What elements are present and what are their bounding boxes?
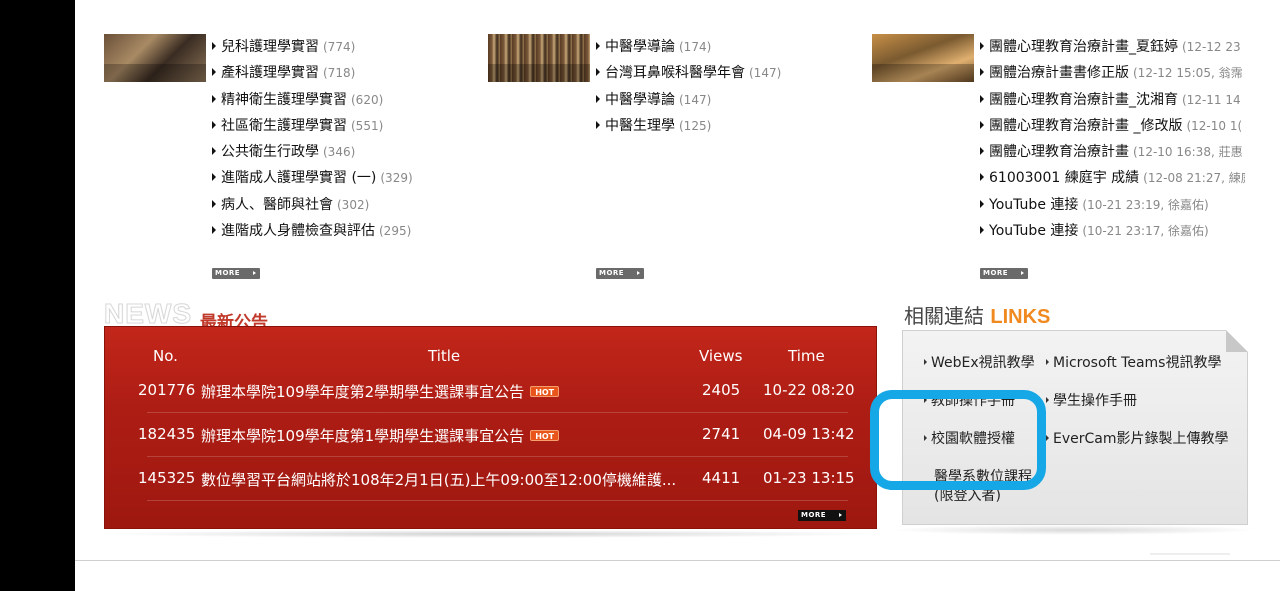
bullet-arrow-icon xyxy=(596,120,600,129)
news-views: 2741 xyxy=(702,425,741,443)
hot-badge: HOT xyxy=(530,386,560,397)
table-row[interactable]: 182435 辦理本學院109學年度第1學期學生選課事宜公告 HOT 2741 0… xyxy=(105,413,878,457)
list-item[interactable]: 團體心理教育治療計畫 (12-10 16:38, 莊惠 xyxy=(980,139,1245,165)
list-item[interactable]: 中醫學導論 (147) xyxy=(596,87,781,113)
course-column-3: 團體心理教育治療計畫_夏鈺婷 (12-12 23 團體治療計畫書修正版 (12-12… xyxy=(872,34,1272,294)
people-photo-thumbnail[interactable] xyxy=(872,34,974,82)
news-no: 201776 xyxy=(138,381,196,399)
list-item[interactable]: YouTube 連接 (10-21 23:19, 徐嘉佑) xyxy=(980,192,1245,218)
footer-faint-text xyxy=(1150,553,1230,555)
bullet-arrow-icon xyxy=(1046,435,1049,441)
list-item[interactable]: 進階成人護理學實習 (一) (329) xyxy=(212,165,413,191)
news-time: 10-22 08:20 xyxy=(763,381,855,399)
bullet-arrow-icon xyxy=(596,94,600,103)
list-item[interactable]: 進階成人身體檢查與評估 (295) xyxy=(212,218,413,244)
list-item[interactable]: 兒科護理學實習 (774) xyxy=(212,34,413,60)
bullet-arrow-icon xyxy=(980,147,984,156)
links-heading: 相關連結 LINKS xyxy=(904,304,1051,328)
news-title-link[interactable]: 辦理本學院109學年度第1學期學生選課事宜公告 HOT xyxy=(201,425,560,446)
news-shadow xyxy=(90,530,890,538)
link-software-license[interactable]: 校園軟體授權 xyxy=(924,430,1015,449)
post-list: 團體心理教育治療計畫_夏鈺婷 (12-12 23 團體治療計畫書修正版 (12-12… xyxy=(980,34,1245,244)
list-item[interactable]: 社區衛生護理學實習 (551) xyxy=(212,113,413,139)
bullet-arrow-icon xyxy=(980,68,984,77)
page-curl-decoration xyxy=(1226,330,1248,352)
list-item[interactable]: 病人、醫師與社會 (302) xyxy=(212,192,413,218)
list-item[interactable]: 中醫生理學 (125) xyxy=(596,113,781,139)
bullet-arrow-icon xyxy=(212,173,216,182)
column-header-time: Time xyxy=(788,347,825,365)
course-list: 中醫學導論 (174) 台灣耳鼻喉科醫學年會 (147) 中醫學導論 (147) 中醫… xyxy=(596,34,781,139)
column-header-title: Title xyxy=(428,347,461,365)
bookshelf-photo-thumbnail[interactable] xyxy=(488,34,590,82)
link-evercam[interactable]: EverCam影片錄製上傳教學 xyxy=(1046,430,1236,449)
news-no: 182435 xyxy=(138,425,196,443)
link-medical-courses[interactable]: 醫學系數位課程(限登入者) xyxy=(934,468,1042,506)
news-title-link[interactable]: 辦理本學院109學年度第2學期學生選課事宜公告 HOT xyxy=(201,381,560,402)
bullet-arrow-icon xyxy=(980,199,984,208)
list-item[interactable]: 精神衛生護理學實習 (620) xyxy=(212,87,413,113)
more-button[interactable]: MORE xyxy=(596,268,644,279)
bullet-arrow-icon xyxy=(924,435,927,441)
list-item[interactable]: 61003001 練庭宇 成績 (12-08 21:27, 練庭 xyxy=(980,165,1245,191)
news-more-button[interactable]: MORE xyxy=(798,510,846,521)
bullet-arrow-icon xyxy=(212,120,216,129)
bottom-divider xyxy=(75,560,1280,561)
news-no: 145325 xyxy=(138,469,196,487)
list-item[interactable]: YouTube 連接 (10-21 23:17, 徐嘉佑) xyxy=(980,218,1245,244)
screen-edge xyxy=(0,0,75,591)
bullet-arrow-icon xyxy=(980,94,984,103)
list-item[interactable]: 團體心理教育治療計畫_沈湘育 (12-11 14 xyxy=(980,87,1245,113)
more-button[interactable]: MORE xyxy=(980,268,1028,279)
bullet-arrow-icon xyxy=(980,226,984,235)
list-item[interactable]: 團體心理教育治療計畫 _修改版 (12-10 1( xyxy=(980,113,1245,139)
list-item[interactable]: 台灣耳鼻喉科醫學年會 (147) xyxy=(596,60,781,86)
library-photo-thumbnail[interactable] xyxy=(104,34,206,82)
course-list: 兒科護理學實習 (774) 產科護理學實習 (718) 精神衛生護理學實習 (620)… xyxy=(212,34,413,244)
news-time: 04-09 13:42 xyxy=(763,425,855,443)
bullet-arrow-icon xyxy=(596,42,600,50)
bullet-arrow-icon xyxy=(980,173,984,182)
link-teacher-manual[interactable]: 教師操作手冊 xyxy=(924,392,1015,411)
bullet-arrow-icon xyxy=(212,147,216,156)
bullet-arrow-icon xyxy=(212,94,216,103)
row-divider xyxy=(147,500,848,501)
bullet-arrow-icon xyxy=(980,42,984,50)
column-header-no: No. xyxy=(153,347,178,365)
arrow-right-icon xyxy=(637,271,640,275)
links-shadow xyxy=(890,525,1260,535)
link-webex[interactable]: WebEx視訊教學 xyxy=(924,354,1035,373)
more-button[interactable]: MORE xyxy=(212,268,260,279)
bullet-arrow-icon xyxy=(924,397,927,403)
bullet-arrow-icon xyxy=(1046,397,1049,403)
arrow-right-icon xyxy=(839,513,842,517)
bullet-arrow-icon xyxy=(924,359,927,365)
column-header-views: Views xyxy=(699,347,743,365)
news-views: 2405 xyxy=(702,381,741,399)
news-title-link[interactable]: 數位學習平台網站將於108年2月1日(五)上午09:00至12:00停機維護..… xyxy=(201,469,687,490)
link-teams[interactable]: Microsoft Teams視訊教學 xyxy=(1046,354,1221,373)
table-row[interactable]: 201776 辦理本學院109學年度第2學期學生選課事宜公告 HOT 2405 1… xyxy=(105,369,878,413)
list-item[interactable]: 公共衛生行政學 (346) xyxy=(212,139,413,165)
news-table: No. Title Views Time 201776 辦理本學院109學年度第… xyxy=(104,326,877,529)
table-row[interactable]: 145325 數位學習平台網站將於108年2月1日(五)上午09:00至12:0… xyxy=(105,457,878,501)
arrow-right-icon xyxy=(253,271,256,275)
list-item[interactable]: 產科護理學實習 (718) xyxy=(212,60,413,86)
bullet-arrow-icon xyxy=(212,68,216,77)
list-item[interactable]: 團體心理教育治療計畫_夏鈺婷 (12-12 23 xyxy=(980,34,1245,60)
link-student-manual[interactable]: 學生操作手冊 xyxy=(1046,392,1137,411)
bullet-arrow-icon xyxy=(1046,359,1049,365)
hot-badge: HOT xyxy=(530,430,560,441)
bullet-arrow-icon xyxy=(212,226,216,235)
list-item[interactable]: 團體治療計畫書修正版 (12-12 15:05, 翁霈 xyxy=(980,60,1245,86)
bullet-arrow-icon xyxy=(980,120,984,129)
news-time: 01-23 13:15 xyxy=(763,469,855,487)
list-item[interactable]: 中醫學導論 (174) xyxy=(596,34,781,60)
bullet-arrow-icon xyxy=(596,68,600,77)
bullet-arrow-icon xyxy=(212,42,216,50)
arrow-right-icon xyxy=(1021,271,1024,275)
bullet-arrow-icon xyxy=(212,199,216,208)
news-views: 4411 xyxy=(702,469,741,487)
